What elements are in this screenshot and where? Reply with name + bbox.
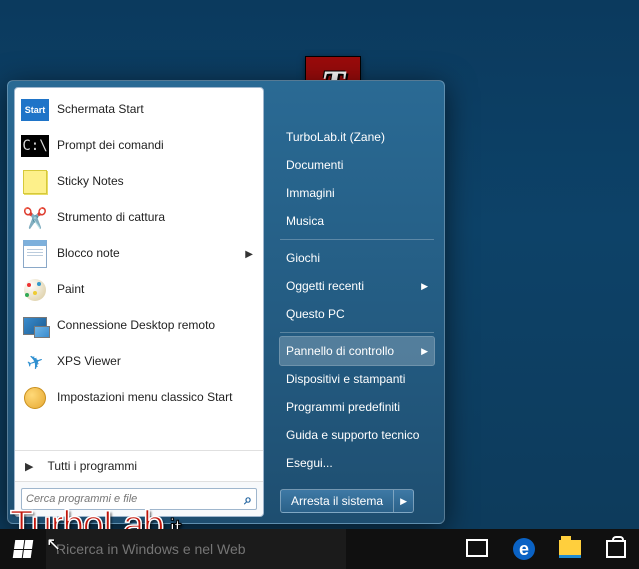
right-item-recent[interactable]: Oggetti recenti ▶ — [280, 272, 434, 300]
right-item-run[interactable]: Esegui... — [280, 449, 434, 477]
right-item-label: Esegui... — [286, 456, 333, 470]
snip-icon: ✂️ — [21, 204, 49, 232]
right-item-control[interactable]: Pannello di controllo ▶ — [280, 337, 434, 365]
cortana-search-box[interactable] — [46, 529, 346, 569]
right-item-label: Questo PC — [286, 307, 345, 321]
right-item-label: Pannello di controllo — [286, 344, 394, 358]
right-item-music[interactable]: Musica — [280, 207, 434, 235]
right-item-docs[interactable]: Documenti — [280, 151, 434, 179]
start-menu: Start Schermata Start C:\ Prompt dei comand… — [7, 80, 445, 524]
sticky-icon — [21, 168, 49, 196]
start-menu-left-panel: Start Schermata Start C:\ Prompt dei comand… — [14, 87, 264, 517]
arrow-right-icon: ▶ — [25, 460, 33, 473]
program-label: Blocco note — [57, 247, 245, 261]
program-label: Strumento di cattura — [57, 211, 257, 225]
program-label: Paint — [57, 283, 257, 297]
start-menu-right-panel: TurboLab.it (Zane) Documenti Immagini Musi… — [270, 81, 444, 523]
shutdown-options-arrow[interactable]: ▶ — [393, 490, 413, 512]
program-item-rdp[interactable]: Connessione Desktop remoto — [15, 308, 263, 344]
task-view-button[interactable] — [455, 529, 501, 569]
all-programs-button[interactable]: ▶ Tutti i programmi — [15, 450, 263, 481]
taskbar-explorer-button[interactable] — [547, 529, 593, 569]
right-item-label: Musica — [286, 214, 324, 228]
right-item-devices[interactable]: Dispositivi e stampanti — [280, 365, 434, 393]
edge-icon: e — [513, 538, 535, 560]
program-item-paint[interactable]: Paint — [15, 272, 263, 308]
shell-icon — [21, 384, 49, 412]
submenu-arrow-icon: ▶ — [421, 346, 428, 357]
submenu-arrow-icon: ▶ — [421, 281, 428, 292]
start-icon: Start — [21, 96, 49, 124]
right-item-help[interactable]: Guida e supporto tecnico — [280, 421, 434, 449]
program-label: Impostazioni menu classico Start — [57, 391, 257, 405]
submenu-arrow-icon: ▶ — [245, 249, 257, 260]
separator — [280, 332, 434, 333]
right-item-thispc[interactable]: Questo PC — [280, 300, 434, 328]
program-label: XPS Viewer — [57, 355, 257, 369]
search-box[interactable]: ⌕ — [21, 488, 257, 510]
all-programs-label: Tutti i programmi — [47, 459, 137, 473]
cortana-search-input[interactable] — [46, 541, 346, 557]
store-icon — [606, 540, 626, 558]
program-item-sticky[interactable]: Sticky Notes — [15, 164, 263, 200]
windows-logo-icon — [13, 540, 34, 558]
paint-icon — [21, 276, 49, 304]
shutdown-label: Arresta il sistema — [281, 494, 393, 508]
program-item-xps[interactable]: ✈ XPS Viewer — [15, 344, 263, 380]
search-icon[interactable]: ⌕ — [244, 491, 252, 508]
right-item-label: Programmi predefiniti — [286, 400, 400, 414]
program-item-snip[interactable]: ✂️ Strumento di cattura — [15, 200, 263, 236]
rdp-icon — [21, 312, 49, 340]
right-item-label: Immagini — [286, 186, 335, 200]
cmd-icon: C:\ — [21, 132, 49, 160]
taskbar: e — [0, 529, 639, 569]
right-item-defaults[interactable]: Programmi predefiniti — [280, 393, 434, 421]
separator — [280, 239, 434, 240]
program-item-notepad[interactable]: Blocco note▶ — [15, 236, 263, 272]
task-view-icon — [469, 542, 487, 556]
program-label: Sticky Notes — [57, 175, 257, 189]
user-name-label: TurboLab.it (Zane) — [286, 130, 385, 144]
start-button[interactable] — [0, 529, 46, 569]
file-explorer-icon — [559, 540, 581, 558]
shutdown-button[interactable]: Arresta il sistema ▶ — [280, 489, 414, 513]
right-item-label: Oggetti recenti — [286, 279, 364, 293]
xps-icon: ✈ — [21, 348, 49, 376]
pinned-programs-list: Start Schermata Start C:\ Prompt dei comand… — [15, 88, 263, 450]
program-item-cmd[interactable]: C:\ Prompt dei comandi — [15, 128, 263, 164]
right-item-label: Giochi — [286, 251, 320, 265]
right-item-label: Documenti — [286, 158, 343, 172]
program-item-start-screen[interactable]: Start Schermata Start — [15, 92, 263, 128]
right-item-label: Dispositivi e stampanti — [286, 372, 405, 386]
program-item-classic[interactable]: Impostazioni menu classico Start — [15, 380, 263, 416]
shutdown-row: Arresta il sistema ▶ — [280, 489, 434, 513]
program-label: Schermata Start — [57, 103, 257, 117]
right-item-imgs[interactable]: Immagini — [280, 179, 434, 207]
right-item-label: Guida e supporto tecnico — [286, 428, 419, 442]
right-item-user[interactable]: TurboLab.it (Zane) — [280, 123, 434, 151]
search-row: ⌕ — [15, 481, 263, 516]
taskbar-store-button[interactable] — [593, 529, 639, 569]
program-label: Prompt dei comandi — [57, 139, 257, 153]
note-icon — [21, 240, 49, 268]
search-input[interactable] — [26, 493, 244, 505]
taskbar-edge-button[interactable]: e — [501, 529, 547, 569]
program-label: Connessione Desktop remoto — [57, 319, 257, 333]
right-item-games[interactable]: Giochi — [280, 244, 434, 272]
